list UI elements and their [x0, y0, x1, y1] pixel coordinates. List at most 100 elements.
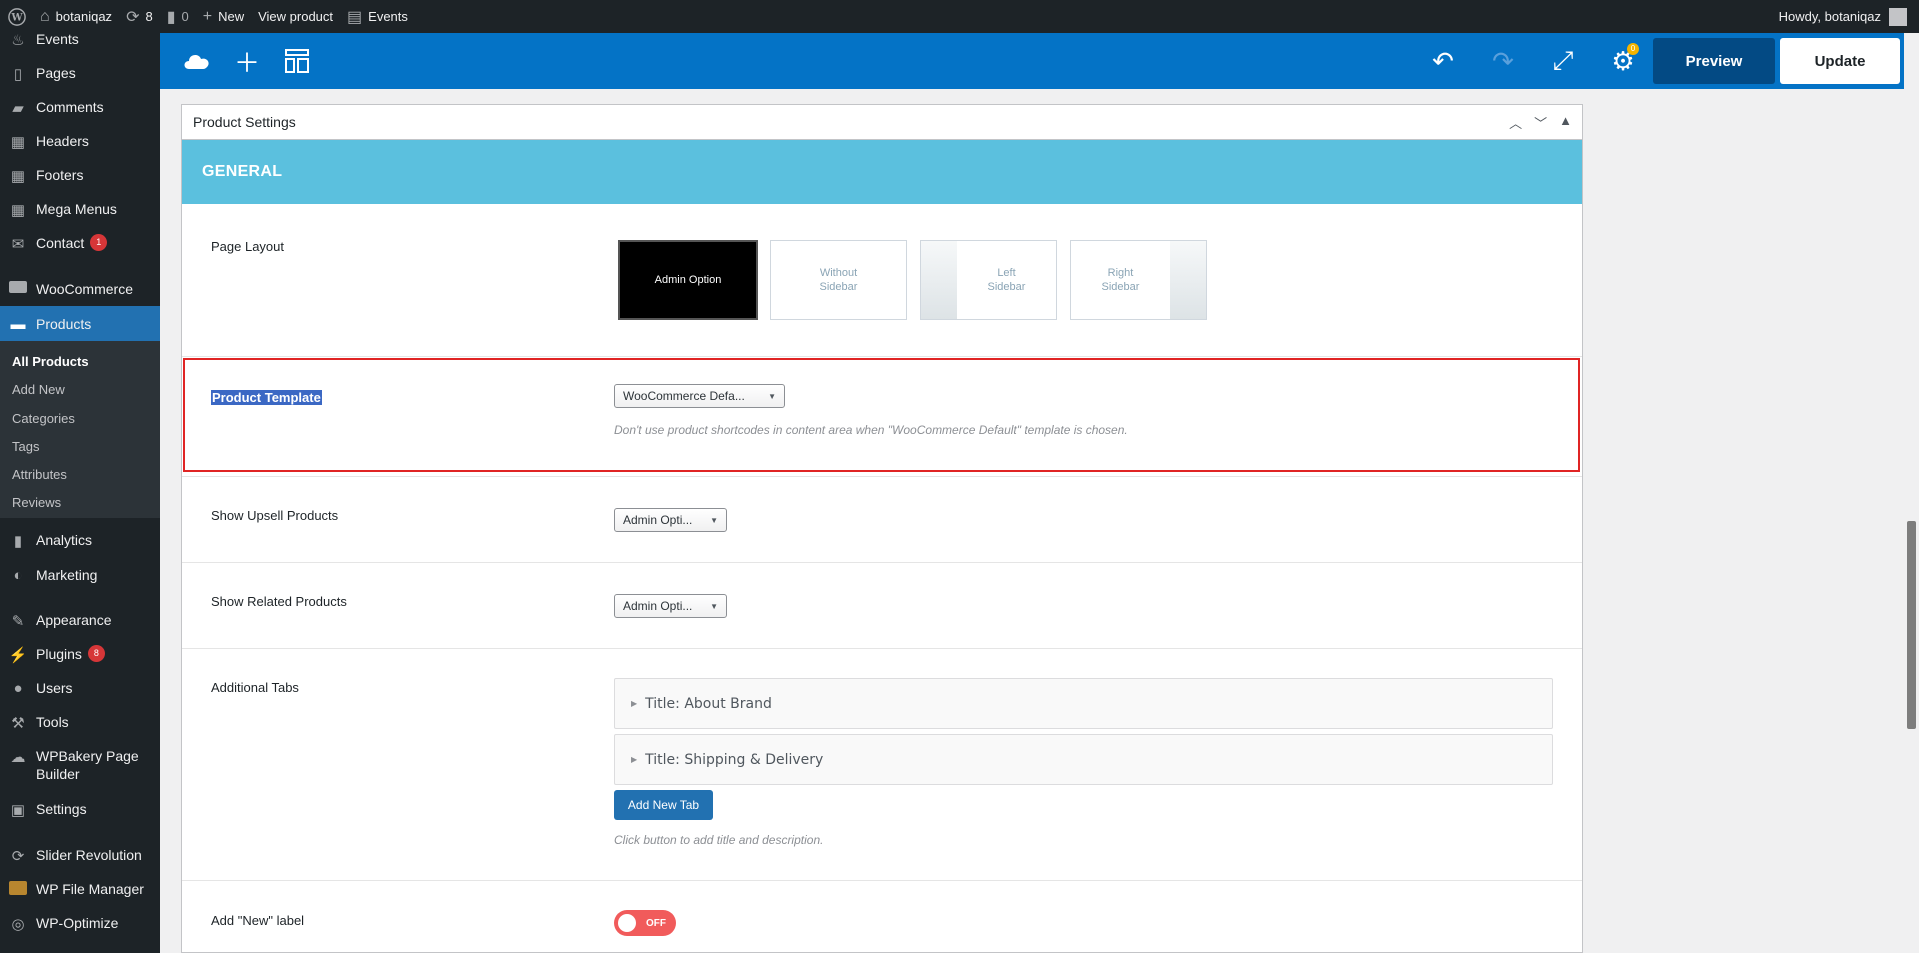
- events-link[interactable]: ▤ Events: [340, 0, 415, 33]
- move-down-icon[interactable]: ﹀: [1534, 113, 1547, 132]
- site-name: botaniqaz: [55, 9, 113, 24]
- sidebar-item-footers[interactable]: ▦ Footers: [0, 166, 160, 185]
- sidebar-item-pages[interactable]: ▯ Pages: [0, 64, 160, 83]
- sidebar-item-wp-optimize[interactable]: ◎ WP-Optimize: [0, 914, 160, 933]
- tab-about-brand[interactable]: ▶ Title: About Brand: [614, 678, 1553, 729]
- related-select[interactable]: Admin Opti... ▼: [614, 594, 727, 618]
- new-content-link[interactable]: + New: [196, 0, 251, 33]
- submenu-reviews[interactable]: Reviews: [12, 495, 61, 510]
- megaphone-icon: ◐: [13, 567, 23, 584]
- panel-title: Product Settings: [193, 114, 296, 130]
- updates-link[interactable]: ⟳ 8: [119, 0, 160, 33]
- sidebar-item-marketing[interactable]: ◐ Marketing: [0, 566, 160, 584]
- tab-shipping-delivery[interactable]: ▶ Title: Shipping & Delivery: [614, 734, 1553, 785]
- sidebar-item-label: Users: [36, 680, 73, 696]
- submenu-categories[interactable]: Categories: [12, 411, 75, 426]
- layout-option-without-sidebar[interactable]: Without Sidebar: [770, 240, 907, 320]
- panel-controls: ︿ ﹀ ▲: [1509, 113, 1572, 132]
- new-label-toggle[interactable]: OFF: [614, 910, 676, 936]
- select-value: Admin Opti...: [623, 513, 693, 527]
- events-label: Events: [368, 9, 408, 24]
- settings-gear-icon[interactable]: ⚙ 0: [1593, 33, 1653, 89]
- sidebar-item-mega-menus[interactable]: ▦ Mega Menus: [0, 200, 160, 219]
- fullscreen-icon[interactable]: ⤢: [1533, 33, 1593, 89]
- grid-icon: ▦: [10, 202, 26, 219]
- layout-option-text: Without Sidebar: [819, 267, 858, 293]
- upsell-label: Show Upsell Products: [211, 508, 339, 523]
- undo-icon[interactable]: ↶: [1413, 33, 1473, 89]
- events-icon: ♨: [11, 32, 25, 49]
- layout-option-left-sidebar[interactable]: Left Sidebar: [920, 240, 1057, 320]
- sidebar-item-events[interactable]: ♨ Events: [0, 30, 160, 49]
- sidebar-item-contact[interactable]: ✉ Contact 1: [0, 234, 160, 253]
- additional-tabs-label: Additional Tabs: [211, 680, 299, 695]
- sidebar-item-analytics[interactable]: ▮ Analytics: [0, 531, 160, 550]
- move-up-icon[interactable]: ︿: [1509, 113, 1522, 132]
- layout-option-text: Left Sidebar: [987, 267, 1026, 293]
- new-label: New: [218, 9, 245, 24]
- plus-icon: +: [202, 7, 213, 25]
- page-layout-label: Page Layout: [211, 239, 285, 254]
- site-name-link[interactable]: ⌂ botaniqaz: [33, 0, 119, 33]
- sidebar-item-wp-file-manager[interactable]: WP File Manager: [0, 880, 160, 898]
- sidebar-item-label: WPBakery Page Builder: [36, 748, 139, 782]
- tab-title: Title: Shipping & Delivery: [645, 751, 824, 768]
- submenu-all-products[interactable]: All Products: [12, 354, 89, 369]
- submenu-attributes[interactable]: Attributes: [12, 467, 67, 482]
- sidebar-item-plugins[interactable]: ⚡ Plugins 8: [0, 645, 160, 664]
- submenu-tags[interactable]: Tags: [12, 439, 39, 454]
- view-product-link[interactable]: View product: [251, 0, 340, 33]
- sidebar-item-label: WP File Manager: [36, 881, 144, 897]
- sidebar-item-label: Contact: [36, 235, 85, 251]
- update-button[interactable]: Update: [1780, 38, 1900, 84]
- sidebar-item-appearance[interactable]: ✎ Appearance: [0, 611, 160, 630]
- toggle-text: OFF: [646, 917, 666, 929]
- product-settings-panel: Product Settings ︿ ﹀ ▲ GENERAL Page Layo…: [181, 104, 1583, 953]
- page-scrollbar[interactable]: [1904, 33, 1919, 953]
- layout-option-right-sidebar[interactable]: Right Sidebar: [1070, 240, 1207, 320]
- my-account[interactable]: Howdy, botaniqaz: [1779, 7, 1919, 26]
- sidebar-item-comments[interactable]: ▰ Comments: [0, 98, 160, 117]
- sidebar-item-label: Tools: [36, 714, 69, 730]
- submenu-add-new[interactable]: Add New: [12, 382, 65, 397]
- pages-icon: ▯: [13, 66, 23, 83]
- sidebar-item-label: WooCommerce: [36, 281, 133, 297]
- left-sidebar-strip: [921, 241, 957, 319]
- products-submenu: All Products Add New Categories Tags Att…: [0, 341, 160, 518]
- sidebar-item-tools[interactable]: ⚒ Tools: [0, 713, 160, 732]
- toggle-knob: [618, 914, 636, 932]
- add-element-icon[interactable]: ＋: [222, 33, 272, 89]
- sidebar-item-settings[interactable]: ▣ Settings: [0, 800, 160, 819]
- refresh-icon: ⟳: [11, 848, 25, 865]
- grid-icon: ▦: [10, 134, 26, 151]
- panel-header[interactable]: Product Settings: [182, 105, 1582, 140]
- additional-tabs-row: Additional Tabs ▶ Title: About Brand ▶ T…: [182, 649, 1582, 881]
- sidebar-item-wpbakery[interactable]: ☁ WPBakery Page Builder: [0, 747, 160, 783]
- cloud-icon: ☁: [10, 749, 26, 766]
- templates-icon[interactable]: [272, 33, 322, 89]
- layout-option-admin[interactable]: Admin Option: [618, 240, 758, 320]
- wordpress-logo-icon[interactable]: W: [0, 0, 33, 33]
- grid-icon: ▦: [10, 168, 26, 185]
- folder-icon: [0, 880, 36, 895]
- sidebar-item-users[interactable]: ● Users: [0, 679, 160, 697]
- select-value: Admin Opti...: [623, 599, 693, 613]
- sidebar-item-headers[interactable]: ▦ Headers: [0, 132, 160, 151]
- mail-icon: ✉: [11, 236, 25, 253]
- related-label: Show Related Products: [211, 594, 347, 609]
- updates-icon: ⟳: [126, 8, 140, 26]
- scrollbar-thumb[interactable]: [1907, 521, 1916, 729]
- add-new-tab-button[interactable]: Add New Tab: [614, 790, 713, 820]
- dropdown-arrow-icon: ▼: [710, 515, 718, 525]
- wpbakery-logo-icon[interactable]: [172, 33, 222, 89]
- upsell-select[interactable]: Admin Opti... ▼: [614, 508, 727, 532]
- comments-link[interactable]: ▮ 0: [160, 0, 196, 33]
- sidebar-item-woocommerce[interactable]: WooCommerce: [0, 280, 160, 298]
- sidebar-item-products[interactable]: ▬ Products: [0, 306, 160, 341]
- admin-bar: W ⌂ botaniqaz ⟳ 8 ▮ 0 + New View product…: [0, 0, 1919, 33]
- redo-icon[interactable]: ↷: [1473, 33, 1533, 89]
- calendar-icon: ▤: [347, 8, 363, 26]
- collapse-toggle-icon[interactable]: ▲: [1559, 113, 1572, 132]
- preview-button[interactable]: Preview: [1653, 38, 1775, 84]
- sidebar-item-slider-revolution[interactable]: ⟳ Slider Revolution: [0, 846, 160, 865]
